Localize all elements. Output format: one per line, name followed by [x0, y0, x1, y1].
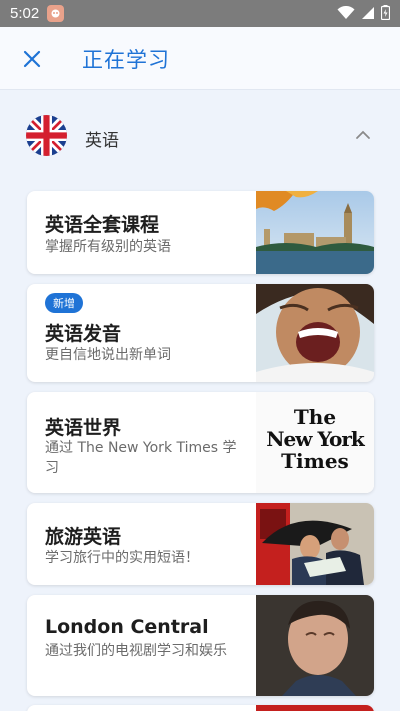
nyt-logo-line3: Times: [281, 449, 349, 473]
page-title: 正在学习: [82, 48, 170, 72]
new-badge: 新增: [45, 293, 83, 313]
battery-icon: [381, 5, 390, 20]
chevron-up-icon[interactable]: [354, 128, 372, 142]
status-time: 5:02: [10, 5, 40, 22]
course-title: 英语世界: [45, 417, 122, 439]
status-icons: [337, 5, 390, 20]
course-card-london-central[interactable]: London Central 通过我们的电视剧学习和娱乐: [27, 595, 374, 696]
course-subtitle: 掌握所有级别的英语: [45, 239, 171, 255]
london-bridge-photo: [256, 191, 374, 274]
app-notification-icon: [47, 5, 65, 22]
course-title: 英语发音: [45, 323, 122, 345]
course-title: London Central: [45, 616, 209, 638]
course-title: 旅游英语: [45, 526, 122, 548]
language-label: 英语: [85, 131, 119, 151]
course-card-complete[interactable]: 英语全套课程 掌握所有级别的英语: [27, 191, 374, 274]
couple-with-map-photo: [256, 503, 374, 585]
nyt-logo-line2: New York: [266, 427, 364, 451]
course-subtitle: 学习旅行中的实用短语！: [45, 550, 199, 566]
close-icon: [23, 50, 41, 68]
course-thumbnail: [256, 705, 374, 711]
course-card-travel[interactable]: 旅游英语 学习旅行中的实用短语！: [27, 503, 374, 585]
nyt-logo-line1: The: [293, 405, 337, 429]
course-card-pronunciation[interactable]: 新增 英语发音 更自信地说出新单词: [27, 284, 374, 382]
status-bar: 5:02: [0, 0, 400, 27]
wifi-icon: [337, 5, 355, 19]
app-header: 正在学习: [0, 27, 400, 90]
course-subtitle: 通过我们的电视剧学习和娱乐: [45, 643, 227, 659]
nyt-logo: The New York Times: [256, 392, 374, 493]
man-looking-up-photo: [256, 595, 374, 696]
course-title: 英语全套课程: [45, 214, 160, 236]
smiling-woman-photo: [256, 284, 374, 382]
language-selector-row[interactable]: 英语: [0, 104, 400, 168]
uk-flag-icon: [26, 115, 67, 156]
course-card-next[interactable]: [27, 705, 374, 711]
course-subtitle: 通过 The New York Times 学习: [45, 440, 237, 476]
close-button[interactable]: [18, 45, 46, 73]
course-card-world[interactable]: 英语世界 通过 The New York Times 学习 The New Yo…: [27, 392, 374, 493]
signal-icon: [362, 6, 374, 19]
course-subtitle: 更自信地说出新单词: [45, 347, 171, 363]
